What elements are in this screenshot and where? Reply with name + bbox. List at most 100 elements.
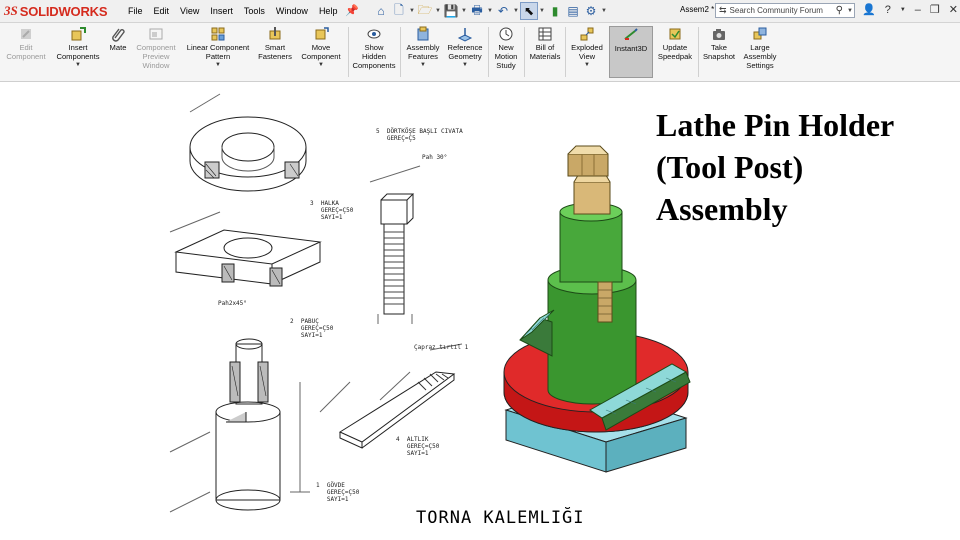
edit-component-button[interactable]: Edit Component (3, 26, 49, 61)
menu-insert[interactable]: Insert (210, 6, 233, 16)
take-snapshot-label: Take Snapshot (702, 43, 736, 61)
chevron-down-icon[interactable]: ▼ (538, 8, 546, 14)
bill-of-materials-label: Bill of Materials (529, 43, 561, 61)
move-component-icon (313, 26, 329, 42)
menu-edit[interactable]: Edit (154, 6, 170, 16)
update-speedpak-button[interactable]: Update Speedpak (654, 26, 696, 61)
select-icon[interactable]: ⬉ (520, 2, 538, 20)
take-snapshot-button[interactable]: Take Snapshot (700, 26, 738, 61)
menu-window[interactable]: Window (276, 6, 308, 16)
chevron-down-icon[interactable]: ▼ (75, 62, 81, 68)
help-icon[interactable]: ? (885, 4, 891, 16)
insert-components-label: Insert Components (56, 43, 100, 61)
toolbar-divider (524, 27, 525, 77)
chevron-down-icon[interactable]: ▼ (486, 8, 494, 14)
move-component-label: Move Component (301, 43, 341, 61)
search-box[interactable]: ⇆ Search Community Forum ⚲ ▼ (715, 3, 855, 18)
reference-geometry-button[interactable]: Reference Geometry ▼ (445, 26, 485, 68)
part5-label: 5 DÖRTKÖŞE BAŞLI CIVATA GEREÇ=Ç5 (376, 128, 463, 142)
save-icon[interactable]: 💾 (442, 2, 460, 20)
logo-name: SOLIDWORKS (19, 3, 108, 19)
search-forum-icon: ⇆ (719, 5, 727, 15)
component-preview-window-button[interactable]: Component Preview Window (133, 26, 179, 70)
menu-file[interactable]: File (128, 6, 143, 16)
part2-label: 2 PABUÇ GEREÇ=Ç50 SAYI=1 (290, 318, 334, 339)
undo-icon[interactable]: ↶ (494, 2, 512, 20)
mate-button[interactable]: Mate (106, 26, 130, 52)
menu-tools[interactable]: Tools (244, 6, 265, 16)
main-menu: File Edit View Insert Tools Window Help (128, 0, 348, 22)
chevron-down-icon[interactable]: ▼ (215, 62, 221, 68)
reference-geometry-label: Reference Geometry (447, 43, 483, 61)
assembly-features-button[interactable]: Assembly Features ▼ (403, 26, 443, 68)
assembly-features-icon (415, 26, 431, 42)
close-icon[interactable]: ✕ (949, 3, 958, 16)
edit-component-icon (18, 26, 34, 42)
toolbar-divider (400, 27, 401, 77)
menu-help[interactable]: Help (319, 6, 338, 16)
camera-icon (711, 26, 727, 42)
chevron-down-icon[interactable]: ▼ (600, 8, 608, 14)
insert-components-button[interactable]: Insert Components ▼ (53, 26, 103, 68)
user-icon[interactable]: 👤 (862, 3, 876, 16)
reference-geometry-icon (457, 26, 473, 42)
chamfer-label: Pah 30° (422, 154, 448, 161)
chevron-down-icon[interactable]: ▼ (512, 8, 520, 14)
chevron-down-icon[interactable]: ▼ (462, 62, 468, 68)
search-icon[interactable]: ⚲ (836, 5, 843, 16)
chamfer-label: Pah2x45° (218, 300, 247, 307)
component-preview-window-label: Component Preview Window (136, 43, 176, 70)
chevron-down-icon[interactable]: ▼ (318, 62, 324, 68)
new-motion-study-label: New Motion Study (494, 43, 518, 70)
part4-label: 4 ALTLIK GEREÇ=Ç50 SAYI=1 (396, 436, 440, 457)
chevron-down-icon[interactable]: ▼ (434, 8, 442, 14)
rebuild-icon[interactable]: ▮ (546, 2, 564, 20)
exploded-view-button[interactable]: Exploded View ▼ (567, 26, 607, 68)
large-assembly-settings-button[interactable]: Large Assembly Settings (740, 26, 780, 70)
chevron-down-icon[interactable]: ▼ (900, 7, 906, 13)
exploded-view-label: Exploded View (571, 43, 603, 61)
toolbar-divider (348, 27, 349, 77)
home-icon[interactable]: ⌂ (372, 2, 390, 20)
show-hidden-components-label: Show Hidden Components (352, 43, 396, 70)
logo-prefix: 3S (4, 3, 18, 18)
options-icon[interactable]: ⚙ (582, 2, 600, 20)
chevron-down-icon[interactable]: ▼ (460, 8, 468, 14)
window-controls: 👤 ? ▼ – ❐ ✕ (862, 3, 960, 17)
instant3d-button[interactable]: Instant3D (609, 26, 653, 78)
graphics-area[interactable]: 3 HALKA GEREÇ=Ç50 SAYI=1 2 PABUÇ GEREÇ=Ç… (0, 82, 960, 540)
eye-icon (366, 26, 382, 42)
toolbar-divider (488, 27, 489, 77)
open-icon[interactable]: 🗁 (416, 2, 434, 20)
assembly-features-label: Assembly Features (406, 43, 440, 61)
bill-of-materials-button[interactable]: Bill of Materials (527, 26, 563, 61)
new-document-icon[interactable]: 🗋 (390, 2, 408, 20)
new-motion-study-button[interactable]: New Motion Study (490, 26, 522, 70)
instant3d-icon (623, 27, 639, 43)
chevron-down-icon[interactable]: ▼ (420, 62, 426, 68)
menu-view[interactable]: View (180, 6, 199, 16)
title-line-2: (Tool Post) (656, 149, 804, 185)
solidworks-logo[interactable]: 3S SOLIDWORKS (4, 2, 107, 20)
print-icon[interactable]: 🖶 (468, 2, 486, 20)
linear-component-pattern-button[interactable]: Linear Component Pattern ▼ (182, 26, 254, 68)
smart-fasteners-button[interactable]: Smart Fasteners (256, 26, 294, 61)
mate-label: Mate (109, 43, 127, 52)
paperclip-icon (110, 26, 126, 42)
chevron-down-icon[interactable]: ▼ (584, 62, 590, 68)
chevron-down-icon[interactable]: ▼ (846, 8, 854, 14)
move-component-button[interactable]: Move Component ▼ (297, 26, 345, 68)
show-hidden-components-button[interactable]: Show Hidden Components (351, 26, 397, 70)
chevron-down-icon[interactable]: ▼ (408, 8, 416, 14)
pin-menu-icon[interactable]: 📌 (345, 4, 359, 17)
linear-component-pattern-label: Linear Component Pattern (186, 43, 250, 61)
restore-icon[interactable]: ❐ (930, 3, 940, 16)
command-manager: Edit Component Insert Components ▼ Mate … (0, 23, 960, 82)
file-properties-icon[interactable]: ▤ (564, 2, 582, 20)
part3-label: 3 HALKA GEREÇ=Ç50 SAYI=1 (310, 200, 354, 221)
large-assembly-icon (752, 26, 768, 42)
search-input[interactable]: Search Community Forum (730, 6, 836, 15)
minimize-icon[interactable]: – (915, 4, 921, 16)
linear-pattern-icon (210, 26, 226, 42)
knurl-label: Çapraz tırtıl 1 (414, 344, 469, 351)
